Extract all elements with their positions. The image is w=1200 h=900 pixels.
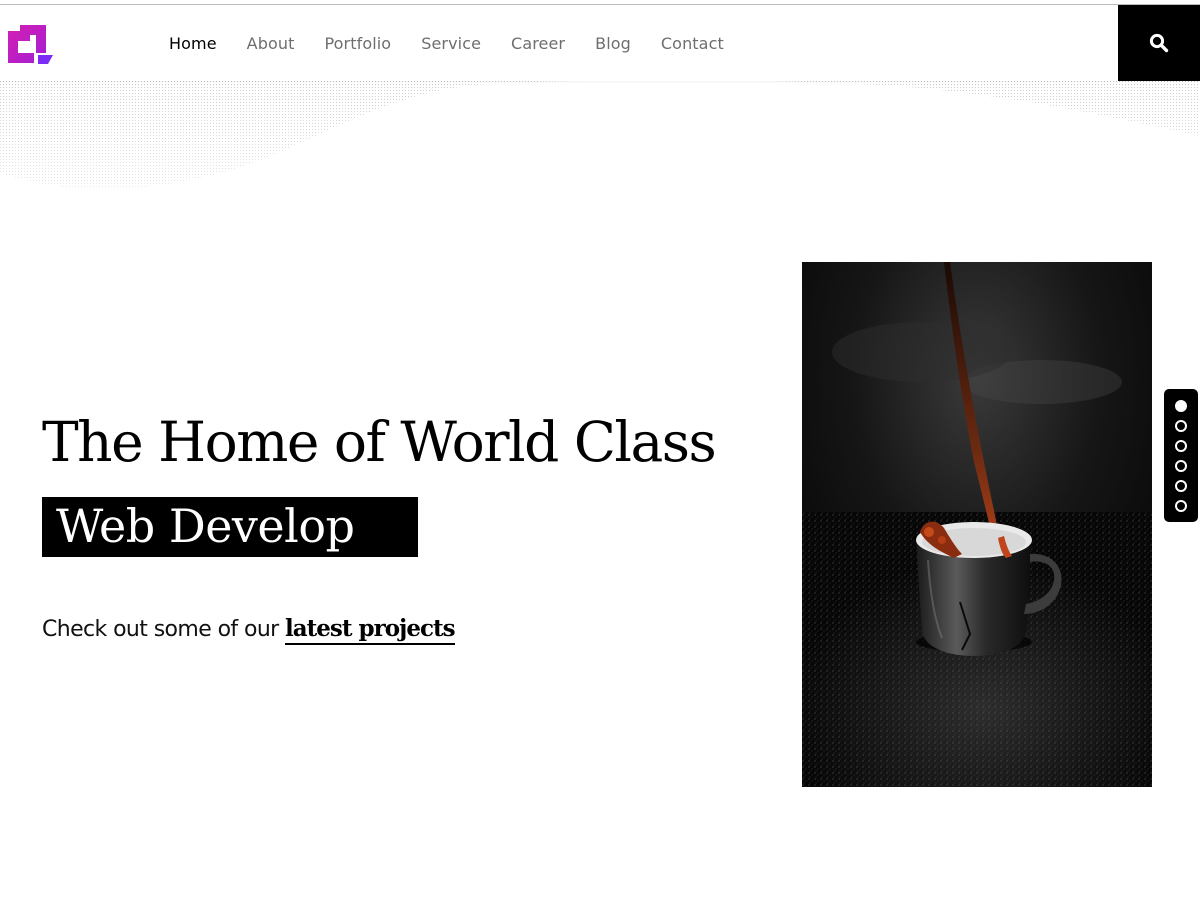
nav-item-about[interactable]: About <box>247 34 295 53</box>
pager-dot-6[interactable] <box>1175 500 1187 512</box>
typed-text: Web Develop <box>56 499 355 553</box>
pager-dot-1[interactable] <box>1175 400 1187 412</box>
nav-item-career[interactable]: Career <box>511 34 565 53</box>
section-pager <box>1164 389 1198 522</box>
main-nav: Home About Portfolio Service Career Blog… <box>169 5 724 81</box>
decorative-dot-wave <box>0 81 1200 189</box>
nav-item-home[interactable]: Home <box>169 34 217 53</box>
pager-dot-2[interactable] <box>1175 420 1187 432</box>
cta-text: Check out some of our latest projects <box>42 615 456 645</box>
hero-title: The Home of World Class <box>42 410 717 474</box>
site-header: Home About Portfolio Service Career Blog… <box>0 5 1200 81</box>
pager-dot-3[interactable] <box>1175 440 1187 452</box>
typed-text-box: Web Develop <box>42 497 418 557</box>
hero-image-coffee-cup <box>802 262 1152 787</box>
pager-dot-4[interactable] <box>1175 460 1187 472</box>
nav-item-blog[interactable]: Blog <box>595 34 631 53</box>
nav-item-contact[interactable]: Contact <box>661 34 724 53</box>
search-button[interactable] <box>1118 5 1200 81</box>
latest-projects-link[interactable]: latest projects <box>285 615 456 645</box>
search-icon <box>1149 33 1169 53</box>
nav-item-service[interactable]: Service <box>421 34 481 53</box>
pager-dot-5[interactable] <box>1175 480 1187 492</box>
cta-prefix: Check out some of our <box>42 617 279 642</box>
brand-logo-icon[interactable] <box>8 25 54 65</box>
nav-item-portfolio[interactable]: Portfolio <box>324 34 391 53</box>
